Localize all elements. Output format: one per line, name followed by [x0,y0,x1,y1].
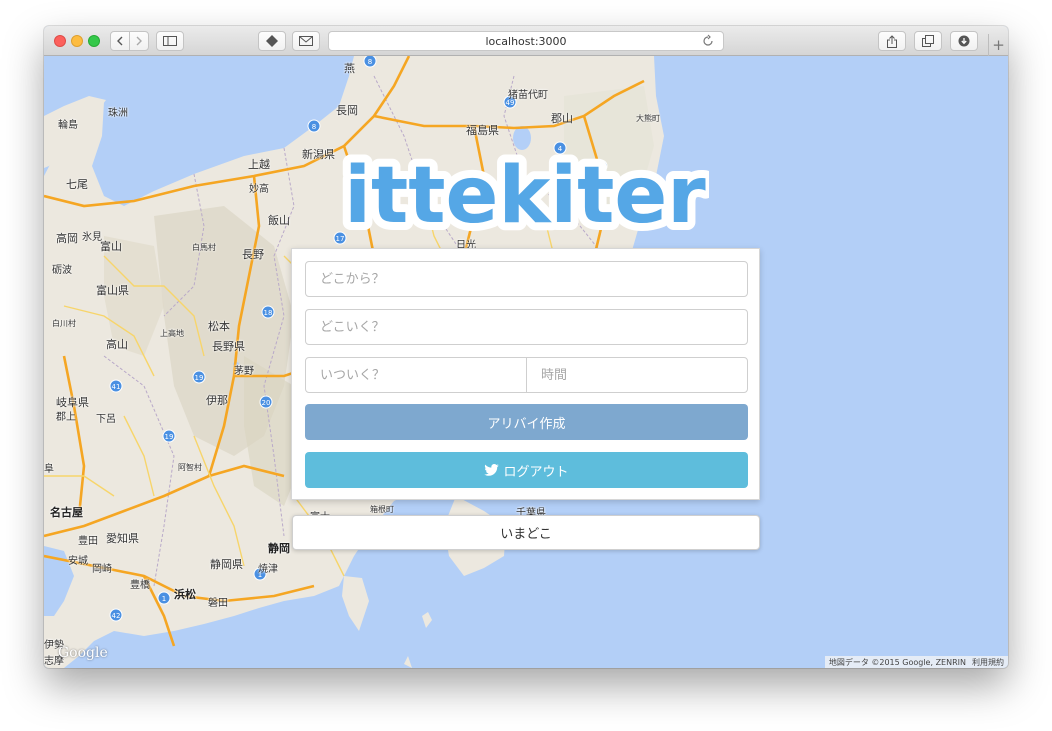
map-label: 長野 [242,248,264,261]
map-label: 阜 [44,464,54,475]
close-window-button[interactable] [54,35,66,47]
map-label: 磐田 [208,598,228,609]
route-number: 41 [112,383,121,391]
tabs-button[interactable] [914,31,942,51]
map-label: 阿智村 [178,463,202,472]
diamond-icon [266,35,278,47]
map-label: 豊田 [78,536,98,547]
address-bar[interactable]: localhost:3000 [328,31,724,51]
route-number: 18 [264,309,273,317]
map-label: 豊橋 [130,580,150,591]
route-number: 1 [162,595,166,603]
terms-link[interactable]: 利用規約 [972,657,1004,668]
new-tab-button[interactable]: + [988,34,1008,56]
from-input[interactable] [305,261,748,297]
chevron-left-icon [117,36,123,46]
reload-icon[interactable] [701,34,715,48]
downloads-button[interactable] [950,31,978,51]
route-number: 19 [195,374,204,382]
logout-button[interactable]: ログアウト [305,452,748,488]
map-label: 新潟県 [302,148,335,161]
map-label: 郡山 [551,112,573,125]
share-button[interactable] [878,31,906,51]
route-number: 8 [312,123,316,131]
map-label: 高山 [106,338,128,351]
google-logo[interactable]: Google [58,645,108,661]
map-label: 名古屋 [50,506,83,519]
minimize-window-button[interactable] [71,35,83,47]
map-label: 輪島 [58,120,78,131]
map-label: 妙高 [249,184,269,195]
route-number: 8 [368,58,372,66]
reader-button[interactable] [258,31,286,51]
map-label: 珠洲 [108,108,128,119]
where-now-button[interactable]: いまどこ [292,515,760,550]
to-input[interactable] [305,309,748,345]
map-label: 七尾 [66,178,88,191]
map-label: 郡上 [56,412,76,423]
map-label: 長岡 [336,104,358,117]
map-label: 下呂 [96,414,116,425]
map-label: 松本 [208,320,230,333]
map-label: 福島県 [466,124,499,137]
map-label: 氷見 [82,232,102,243]
map-label: 静岡県 [210,558,243,571]
map-label: 上高地 [160,329,184,338]
map-label: 富山 [100,240,122,253]
download-icon [958,35,970,47]
map-label: 箱根町 [370,505,394,514]
map-label: 焼津 [258,564,278,575]
route-number: 19 [165,433,174,441]
map-label: 大熊町 [636,114,660,123]
sidebar-icon [163,36,177,46]
map-label: 上越 [248,158,270,171]
forward-button[interactable] [129,31,149,51]
mail-button[interactable] [292,31,320,51]
browser-window: localhost:3000 + 8 49 4 49 8 17 18 19 41… [44,26,1008,668]
zoom-window-button[interactable] [88,35,100,47]
map-label: 富山県 [96,284,129,297]
twitter-bird-icon [484,464,500,476]
map-label: 岡崎 [92,564,112,575]
map-label: 浜松 [174,588,196,601]
map-label: 白馬村 [192,243,216,252]
chevron-right-icon [136,36,142,46]
app-logo: ittekiter ittekiter [341,144,709,242]
map-label: 茅野 [234,366,254,377]
attribution-text: 地図データ ©2015 Google, ZENRIN [828,657,966,667]
share-icon [887,34,897,48]
create-alibi-button[interactable]: アリバイ作成 [305,404,748,440]
map-label: 長野県 [212,340,245,353]
map-label: 猪苗代町 [508,90,548,101]
where-now-label: いまどこ [500,527,552,542]
create-alibi-label: アリバイ作成 [487,416,566,432]
map-label: 白川村 [52,319,76,328]
map-label: 飯山 [268,214,290,227]
time-input[interactable] [526,357,748,393]
logo-text: ittekiter [344,151,706,241]
map-label: 高岡 [56,232,78,245]
route-number: 20 [262,399,271,407]
map-label: 安城 [68,556,88,567]
date-input[interactable] [305,357,527,393]
map-label: 燕 [344,62,355,75]
map-label: 静岡 [268,542,290,555]
map-label: 愛知県 [106,532,139,545]
map-label: 砺波 [52,265,72,276]
route-number: 42 [112,612,121,620]
logout-label: ログアウト [503,464,569,480]
sidebar-button[interactable] [156,31,184,51]
browser-toolbar: localhost:3000 + [44,26,1008,56]
tabs-icon [922,35,934,47]
envelope-icon [299,36,313,46]
map-label: 伊那 [206,394,228,407]
url-text: localhost:3000 [485,34,567,48]
back-button[interactable] [110,31,130,51]
alibi-form: アリバイ作成 ログアウト [291,248,760,500]
map-attribution: 地図データ ©2015 Google, ZENRIN 利用規約 [824,656,1008,668]
